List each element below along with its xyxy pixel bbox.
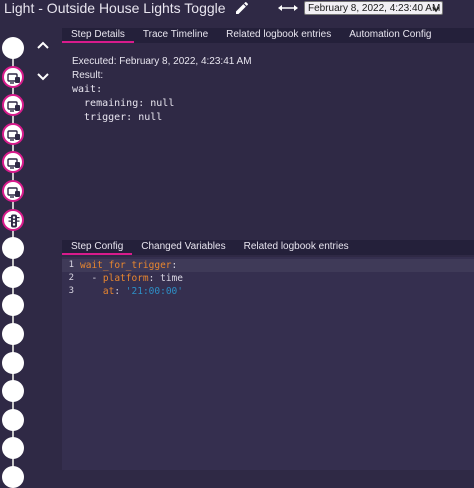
line-number: 3 bbox=[68, 286, 74, 296]
step-details-content: Executed: February 8, 2022, 4:23:41 AM R… bbox=[72, 55, 252, 125]
trace-node[interactable] bbox=[2, 265, 24, 288]
trace-time-value: February 8, 2022, 4:23:40 AM bbox=[308, 3, 441, 14]
code-line: 1 wait_for_trigger: bbox=[62, 259, 474, 272]
yaml-dash: - bbox=[80, 273, 103, 284]
result-yaml-line: wait: bbox=[72, 84, 103, 95]
chevron-down-icon bbox=[432, 6, 440, 13]
result-yaml-line: trigger: null bbox=[72, 112, 163, 123]
step-details-panel: Step Details Trace Timeline Related logb… bbox=[62, 28, 474, 241]
result-yaml-line: remaining: null bbox=[72, 98, 175, 109]
yaml-key: platform bbox=[102, 273, 149, 284]
arrow-left-right-icon bbox=[278, 5, 298, 11]
trace-node[interactable] bbox=[2, 466, 24, 488]
trace-node[interactable] bbox=[2, 294, 24, 317]
chevron-down-icon[interactable] bbox=[36, 72, 50, 82]
yaml-value: time bbox=[160, 273, 183, 284]
pencil-edit-icon[interactable] bbox=[233, 0, 251, 16]
service-node-icon[interactable] bbox=[2, 65, 24, 88]
line-number: 1 bbox=[68, 260, 74, 270]
tab-automation-config[interactable]: Automation Config bbox=[340, 28, 440, 43]
yaml-indent bbox=[80, 286, 103, 297]
tab-trace-timeline[interactable]: Trace Timeline bbox=[134, 28, 217, 43]
step-config-panel: Step Config Changed Variables Related lo… bbox=[62, 240, 474, 470]
code-text: - platform: time bbox=[80, 272, 183, 285]
code-line: 3 at: '21:00:00' bbox=[62, 285, 474, 298]
service-node-icon[interactable] bbox=[2, 122, 24, 145]
bottom-tab-bar: Step Config Changed Variables Related lo… bbox=[62, 240, 474, 255]
tab-step-config[interactable]: Step Config bbox=[62, 240, 133, 255]
yaml-code-editor[interactable]: 1 wait_for_trigger: 2 - platform: time 3… bbox=[62, 257, 474, 470]
page-title: Light - Outside House Lights Toggle bbox=[4, 0, 226, 16]
trace-time-select[interactable]: February 8, 2022, 4:23:40 AM bbox=[304, 1, 443, 15]
tab-related-logbook[interactable]: Related logbook entries bbox=[217, 28, 340, 43]
service-node-icon[interactable] bbox=[2, 94, 24, 117]
service-node-icon[interactable] bbox=[2, 151, 24, 174]
trace-node[interactable] bbox=[2, 351, 24, 374]
yaml-key: at bbox=[102, 286, 115, 297]
trace-node[interactable] bbox=[2, 37, 24, 59]
code-line: 2 - platform: time bbox=[62, 272, 474, 285]
executed-timestamp: Executed: February 8, 2022, 4:23:41 AM bbox=[72, 56, 252, 67]
trace-node[interactable] bbox=[2, 380, 24, 403]
chevron-up-icon[interactable] bbox=[36, 40, 50, 50]
trace-graph bbox=[0, 18, 28, 488]
yaml-colon: : bbox=[148, 273, 161, 284]
result-label: Result: bbox=[72, 70, 104, 81]
yaml-string-value: '21:00:00' bbox=[125, 286, 183, 297]
trace-node[interactable] bbox=[2, 323, 24, 345]
traffic-light-node-icon[interactable] bbox=[2, 208, 24, 231]
service-node-icon[interactable] bbox=[2, 180, 24, 202]
yaml-colon: : bbox=[114, 286, 126, 297]
tab-changed-variables[interactable]: Changed Variables bbox=[132, 240, 234, 255]
code-text: wait_for_trigger: bbox=[80, 259, 177, 272]
header-bar: Light - Outside House Lights Toggle Febr… bbox=[0, 0, 474, 18]
tab-step-details[interactable]: Step Details bbox=[62, 28, 134, 43]
trace-node[interactable] bbox=[2, 437, 24, 460]
top-tab-bar: Step Details Trace Timeline Related logb… bbox=[62, 28, 474, 43]
yaml-key: wait_for_trigger bbox=[80, 260, 172, 271]
tab-related-logbook[interactable]: Related logbook entries bbox=[235, 240, 358, 255]
yaml-colon: : bbox=[171, 260, 178, 271]
trace-node[interactable] bbox=[2, 408, 24, 431]
code-text: at: '21:00:00' bbox=[80, 285, 183, 298]
line-number: 2 bbox=[68, 273, 74, 283]
trace-node[interactable] bbox=[2, 237, 24, 260]
